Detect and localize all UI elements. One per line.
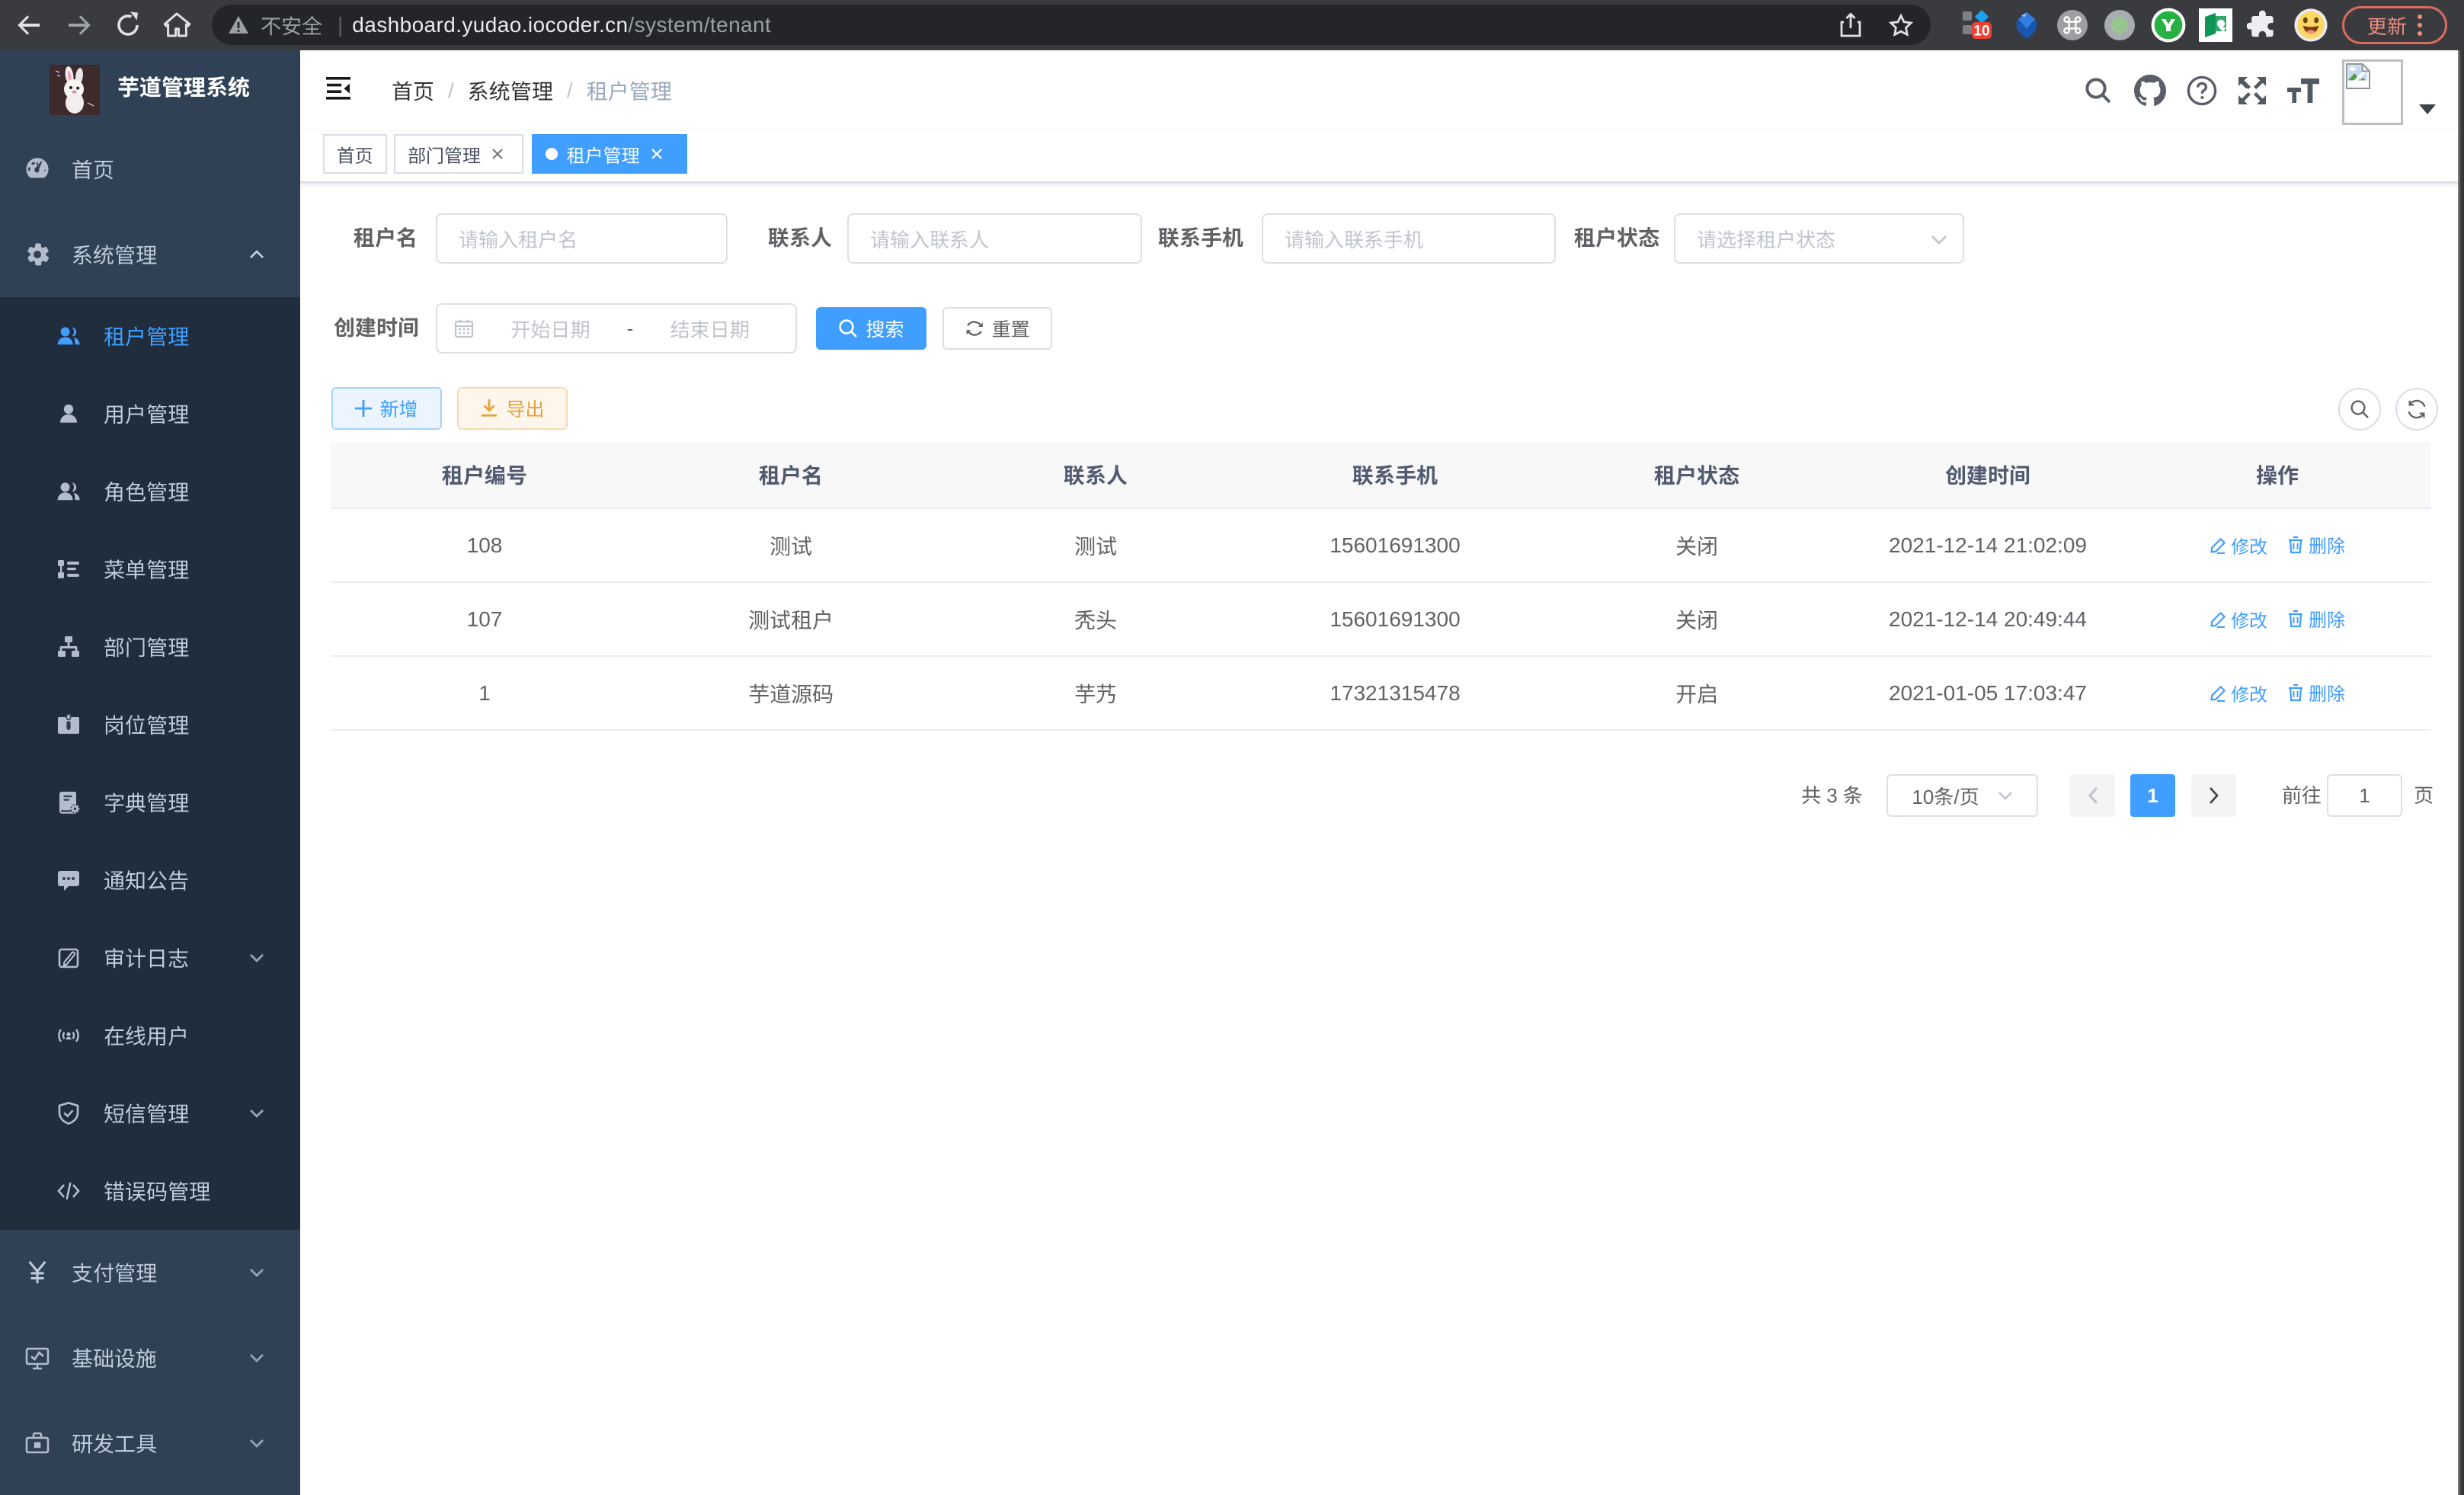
svg-text:10: 10 (1973, 23, 1989, 39)
